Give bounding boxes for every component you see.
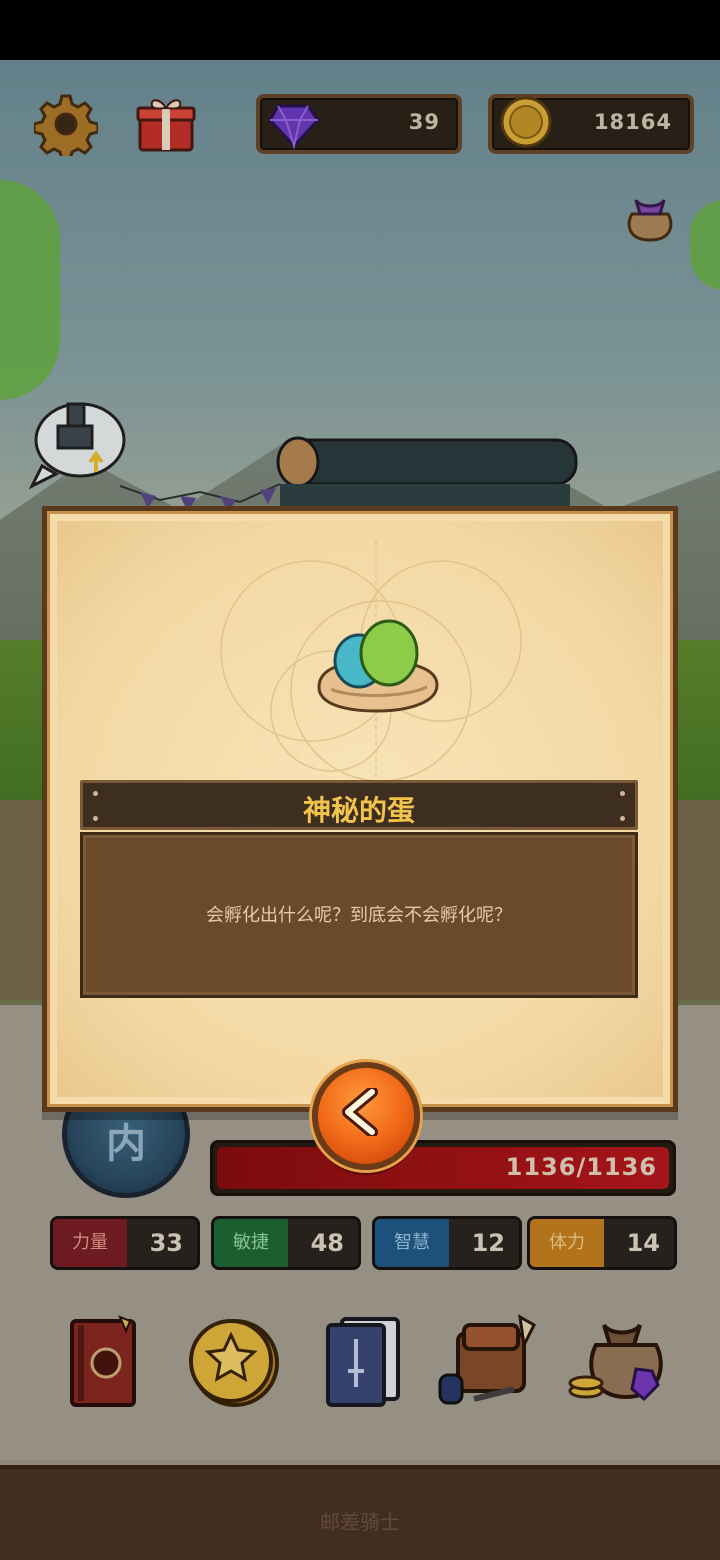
back-button[interactable] <box>312 1062 420 1170</box>
status-bar <box>0 0 720 60</box>
item-description: 会孵化出什么呢？到底会不会孵化呢？ <box>206 905 512 926</box>
item-name: 神秘的蛋 <box>302 794 415 827</box>
item-name-banner: 神秘的蛋 <box>80 780 638 830</box>
mystery-egg-icon <box>317 619 439 713</box>
item-description-box: 会孵化出什么呢？到底会不会孵化呢？ <box>80 832 638 998</box>
chevron-left-icon <box>342 1088 378 1136</box>
